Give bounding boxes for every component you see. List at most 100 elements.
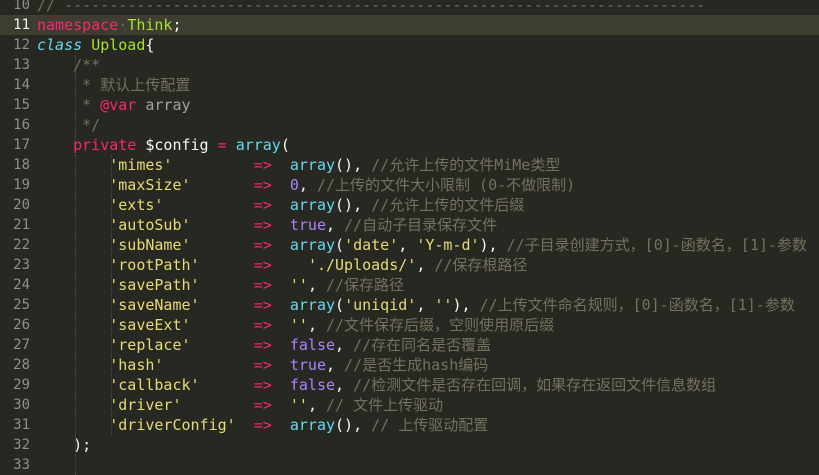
code-token: private: [73, 136, 137, 154]
code-token: @var: [100, 96, 137, 114]
code-token: ,: [398, 236, 417, 254]
code-line[interactable]: 32 );: [0, 435, 819, 455]
code-token: =>: [253, 196, 272, 214]
code-line[interactable]: 25 'saveName' => array('uniqid', ''), //…: [0, 295, 819, 315]
code-line[interactable]: 27 'replace' => false, //存在同名是否覆盖: [0, 335, 819, 355]
code-line[interactable]: 17 private $config = array(: [0, 135, 819, 155]
code-token: //检测文件是否存在回调，如果存在返回文件信息数组: [353, 376, 717, 394]
code-line[interactable]: 33: [0, 455, 819, 475]
code-line[interactable]: 19 'maxSize' => 0, //上传的文件大小限制 (0-不做限制): [0, 175, 819, 195]
code-text: private $config = array(: [37, 135, 290, 155]
code-text: */: [37, 115, 100, 135]
code-line[interactable]: 26 'saveExt' => '', //文件保存后缀，空则使用原后缀: [0, 315, 819, 335]
code-token: array: [235, 136, 281, 154]
code-token: $config: [136, 136, 218, 154]
code-line[interactable]: 13 /**: [0, 55, 819, 75]
code-line[interactable]: 18 'mimes' => array(), //允许上传的文件MiMe类型: [0, 155, 819, 175]
code-line[interactable]: 23 'rootPath' => './Uploads/', //保存根路径: [0, 255, 819, 275]
line-number: 29: [13, 377, 30, 393]
line-number: 32: [13, 437, 30, 453]
code-token: =>: [253, 216, 272, 234]
code-token: ·: [118, 16, 128, 34]
line-number: 25: [13, 297, 30, 313]
code-line[interactable]: 16 */: [0, 115, 819, 135]
code-line[interactable]: 22 'subName' => array('date', 'Y-m-d'), …: [0, 235, 819, 255]
code-token: =>: [253, 176, 272, 194]
code-line[interactable]: 28 'hash' => true, //是否生成hash编码: [0, 355, 819, 375]
code-line[interactable]: 11 namespace·Think;: [0, 15, 819, 35]
code-text: // -------------------------------------…: [37, 0, 705, 15]
line-number: 15: [13, 97, 30, 113]
code-line[interactable]: 21 'autoSub' => true, //自动子目录保存文件: [0, 215, 819, 235]
code-token: (),: [335, 196, 372, 214]
code-token: ,: [326, 356, 345, 374]
line-number: 30: [13, 397, 30, 413]
code-editor[interactable]: 10 // -----------------------------------…: [0, 0, 819, 475]
code-token: true: [289, 216, 326, 234]
indent-guide: [75, 455, 76, 475]
code-token: //自动子目录保存文件: [344, 216, 498, 234]
line-number: 33: [13, 457, 30, 473]
code-text: 'subName' => array('date', 'Y-m-d'), //子…: [37, 235, 807, 255]
code-line[interactable]: 24 'savePath' => '', //保存路径: [0, 275, 819, 295]
line-number: 28: [13, 357, 30, 373]
code-token: =>: [253, 156, 272, 174]
code-token: false: [289, 336, 336, 354]
code-text: class Upload{: [37, 35, 154, 55]
code-token: (: [335, 236, 345, 254]
code-token: ,: [335, 336, 354, 354]
code-text: 'replace' => false, //存在同名是否覆盖: [37, 335, 491, 355]
code-text: );: [37, 435, 91, 455]
code-text: 'mimes' => array(), //允许上传的文件MiMe类型: [37, 155, 560, 175]
code-line[interactable]: 14 * 默认上传配置: [0, 75, 819, 95]
code-line[interactable]: 10 // -----------------------------------…: [0, 0, 819, 15]
code-line[interactable]: 12 class Upload{: [0, 35, 819, 55]
code-token: 0: [289, 176, 299, 194]
code-line[interactable]: 15 * @var array: [0, 95, 819, 115]
code-token: // 文件上传驱动: [326, 396, 444, 414]
code-token: (: [280, 136, 290, 154]
code-line[interactable]: 31 'driverConfig' => array(), // 上传驱动配置: [0, 415, 819, 435]
code-token: array: [289, 296, 336, 314]
code-line[interactable]: 30 'driver' => '', // 文件上传驱动: [0, 395, 819, 415]
code-token: //允许上传的文件MiMe类型: [371, 156, 561, 174]
code-token: (),: [335, 416, 372, 434]
code-token: array: [136, 96, 191, 114]
code-token: (: [335, 296, 345, 314]
line-number: 19: [13, 177, 30, 193]
code-token: 'rootPath': [109, 256, 200, 274]
code-token: //文件保存后缀，空则使用原后缀: [326, 316, 555, 334]
code-text: 'driver' => '', // 文件上传驱动: [37, 395, 443, 415]
code-token: // -------------------------------------…: [37, 0, 706, 14]
code-line[interactable]: 29 'callback' => false, //检测文件是否存在回调，如果存…: [0, 375, 819, 395]
code-token: =>: [253, 256, 272, 274]
code-token: ),: [452, 296, 480, 314]
code-line[interactable]: 20 'exts' => array(), //允许上传的文件后缀: [0, 195, 819, 215]
code-token: array: [289, 156, 336, 174]
code-token: '': [289, 396, 308, 414]
code-token: */: [73, 116, 101, 134]
code-text: 'autoSub' => true, //自动子目录保存文件: [37, 215, 497, 235]
code-token: //保存根路径: [434, 256, 528, 274]
code-token: ,: [307, 396, 326, 414]
